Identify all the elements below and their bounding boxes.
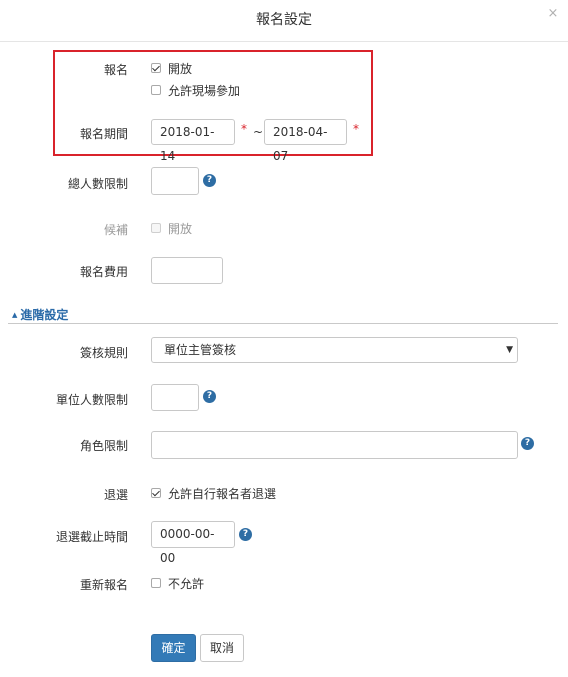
reregister-checkbox[interactable] [151,578,161,588]
approval-select-value: 單位主管簽核 [164,343,237,357]
confirm-button[interactable]: 確定 [151,634,196,662]
dialog-title: 報名設定 [256,12,312,28]
reregister-checkbox-text: 不允許 [168,577,205,591]
waitlist-open-checkbox[interactable] [151,223,161,233]
role-limit-label: 角色限制 [79,439,128,453]
fee-label: 報名費用 [79,265,128,279]
cancel-button[interactable]: 取消 [200,634,244,662]
advanced-title: 進階設定 [20,308,69,322]
chevron-down-icon: ▼ [506,345,513,355]
header-divider [0,41,568,42]
role-limit-input[interactable] [151,431,518,459]
caret-up-icon: ▲ [12,311,18,319]
withdraw-checkbox[interactable] [151,488,161,498]
unit-limit-input[interactable] [151,384,199,411]
waitlist-open-text: 開放 [168,222,193,236]
registration-label: 報名 [103,63,128,77]
role-limit-help-icon[interactable]: ? [521,437,534,450]
total-limit-input[interactable] [151,167,199,195]
unit-limit-label: 單位人數限制 [55,393,128,407]
onsite-checkbox[interactable] [151,85,161,95]
approval-label: 簽核規則 [79,346,128,360]
registration-open-text: 開放 [168,62,193,76]
withdraw-deadline-input[interactable]: 0000-00-00 [151,521,235,565]
advanced-toggle[interactable]: ▲ 進階設定 [12,306,68,323]
withdraw-label: 退選 [103,488,128,502]
unit-limit-help-icon[interactable]: ? [203,390,216,403]
total-limit-help-icon[interactable]: ? [203,174,216,187]
advanced-divider [8,323,558,324]
approval-select[interactable]: 單位主管簽核 ▼ [151,337,518,363]
waitlist-label: 候補 [103,223,128,237]
reregister-label: 重新報名 [79,578,128,592]
onsite-text: 允許現場參加 [168,84,241,98]
withdraw-checkbox-text: 允許自行報名者退選 [168,487,277,501]
period-start-required: * [241,122,247,136]
fee-input[interactable] [151,257,223,284]
total-limit-label: 總人數限制 [67,177,128,191]
close-icon[interactable]: × [546,7,560,21]
registration-open-checkbox[interactable] [151,63,161,73]
period-separator: ~ [253,125,264,139]
period-end-input[interactable]: 2018-04-07 [264,119,347,163]
period-label: 報名期間 [79,127,128,141]
period-start-input[interactable]: 2018-01-14 [151,119,235,163]
withdraw-deadline-label: 退選截止時間 [55,530,128,544]
period-end-required: * [353,122,359,136]
withdraw-deadline-help-icon[interactable]: ? [239,528,252,541]
